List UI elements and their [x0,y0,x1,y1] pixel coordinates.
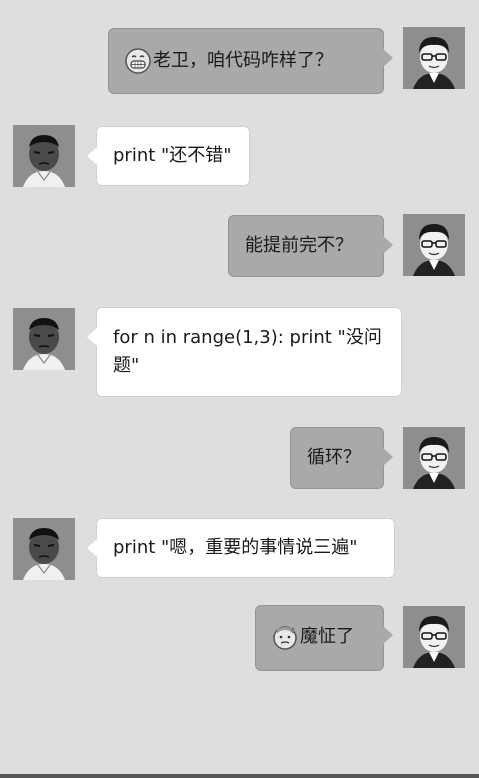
message-text: 能提前完不？ [245,235,353,256]
my-avatar[interactable] [403,427,465,489]
message-text: for n in range(1,3): print "没问题" [113,327,382,376]
message-bubble-outgoing[interactable]: 循环？ [290,427,393,489]
message-bubble-incoming[interactable]: print "嗯，重要的事情说三遍" [87,518,395,578]
bottom-edge [0,774,479,778]
friend-avatar[interactable] [13,125,75,187]
message-bubble-outgoing[interactable]: 老卫，咱代码咋样了？ [108,28,393,94]
message-text: print "还不错" [113,145,232,166]
my-avatar[interactable] [403,27,465,89]
message-text: 魔怔了 [300,626,354,647]
message-bubble-outgoing[interactable]: 魔怔了 [255,605,393,671]
friend-avatar[interactable] [13,308,75,370]
grinning-face-icon [125,48,151,74]
my-avatar[interactable] [403,214,465,276]
message-bubble-outgoing[interactable]: 能提前完不？ [228,215,393,277]
my-avatar[interactable] [403,606,465,668]
message-text: 循环？ [307,447,361,468]
message-bubble-incoming[interactable]: print "还不错" [87,126,250,186]
chat-screen: 老卫，咱代码咋样了？ print "还不错" 能提前完不？ for n in r… [0,0,479,778]
cold-sweat-face-icon [272,624,298,650]
message-text: print "嗯，重要的事情说三遍" [113,537,358,558]
message-text: 老卫，咱代码咋样了？ [153,50,333,71]
message-bubble-incoming[interactable]: for n in range(1,3): print "没问题" [87,307,402,397]
friend-avatar[interactable] [13,518,75,580]
